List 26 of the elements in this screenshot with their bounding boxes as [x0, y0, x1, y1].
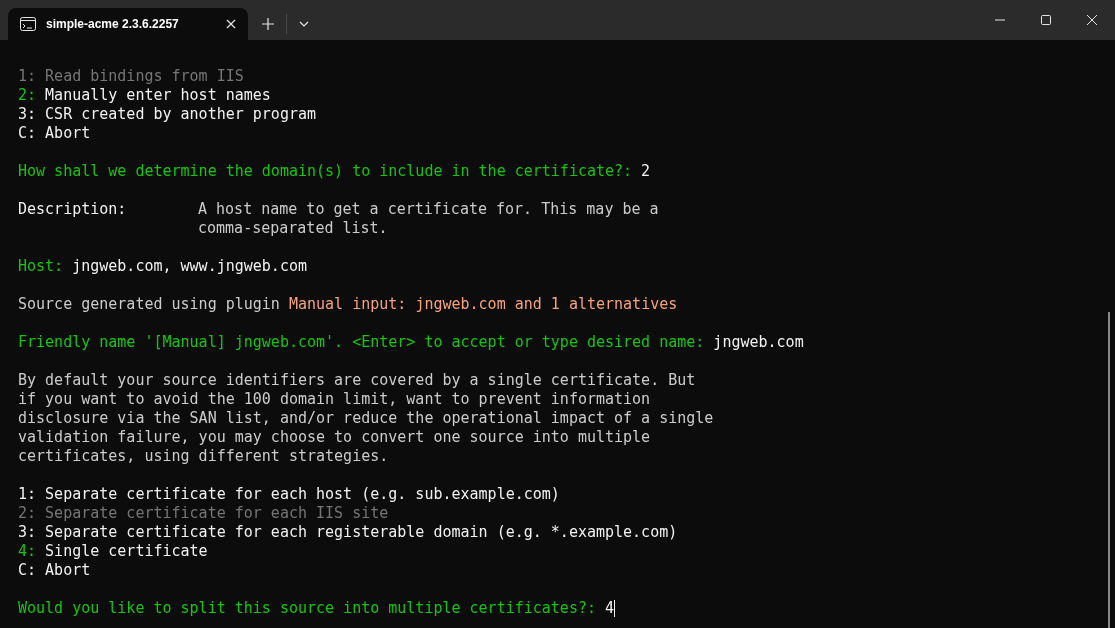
close-icon[interactable] [226, 19, 236, 29]
menu-option: 2: Manually enter host names [18, 86, 271, 105]
terminal-icon [20, 17, 36, 31]
menu-option: 2: Separate certificate for each IIS site [18, 504, 389, 523]
menu-option: 1: Separate certificate for each host (e.g. sub.example.com) [18, 485, 560, 504]
plus-icon[interactable] [262, 18, 274, 30]
prompt-line: Host: jngweb.com, www.jngweb.com [18, 257, 307, 276]
description-text: A host name to get a certificate for. This may be a comma-separated list. [198, 200, 659, 238]
source-line: Source generated using plugin Manual input: jngweb.com and 1 alternatives [18, 295, 678, 314]
menu-option: 4: Single certificate [18, 542, 208, 561]
menu-option: C: Abort [18, 124, 91, 143]
prompt-line: Would you like to split this source into multiple certificates?: 4 [18, 599, 616, 618]
chevron-down-icon[interactable] [299, 21, 309, 27]
terminal-tab[interactable]: simple-acme 2.3.6.2257 [8, 8, 248, 40]
menu-option: 3: Separate certificate for each registerable domain (e.g. *.example.com) [18, 523, 678, 542]
close-icon[interactable] [1087, 15, 1097, 25]
menu-option: 1: Read bindings from IIS [18, 67, 244, 86]
menu-option: C: Abort [18, 561, 91, 580]
description-label: Description: [18, 200, 128, 219]
prompt-line: Friendly name '[Manual] jngweb.com'. <Enter> to accept or type desired name: jngweb.com [18, 333, 804, 352]
info-paragraph: By default your source identifiers are covered by a single certificate. But if you want to avoid the 100 domain limit, want to prevent information disclosure via the SAN list, and/or reduce the operational impact of a single validation failure, you may choose to convert one source into multiple certificates, using different strategies. [18, 371, 714, 466]
tab-title: simple-acme 2.3.6.2257 [46, 16, 180, 33]
scrollbar[interactable] [1108, 312, 1110, 628]
maximize-icon[interactable] [1041, 15, 1051, 25]
menu-option: 3: CSR created by another program [18, 105, 317, 124]
prompt-line: How shall we determine the domain(s) to include in the certificate?: 2 [18, 162, 651, 181]
